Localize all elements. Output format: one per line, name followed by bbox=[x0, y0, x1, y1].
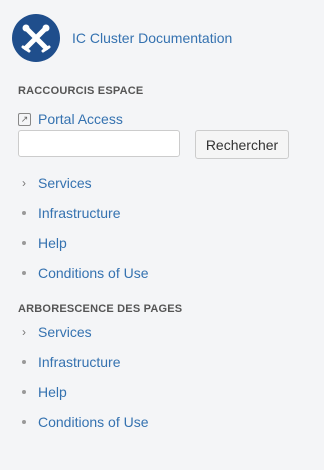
page-tree-item[interactable]: Help bbox=[18, 382, 67, 402]
page-tree-item[interactable]: › Services bbox=[18, 322, 92, 342]
space-title-link[interactable]: IC Cluster Documentation bbox=[72, 30, 232, 46]
bullet-marker bbox=[18, 241, 30, 245]
portal-access-link-row[interactable]: ↗ Portal Access bbox=[18, 111, 123, 127]
bullet-dot-icon bbox=[22, 211, 26, 215]
page-tree-item[interactable]: Infrastructure bbox=[18, 352, 120, 372]
space-logo[interactable] bbox=[12, 14, 60, 62]
bullet-dot-icon bbox=[22, 241, 26, 245]
chevron-right-icon[interactable]: › bbox=[18, 325, 30, 339]
page-tree-item-link[interactable]: Infrastructure bbox=[38, 354, 120, 370]
bullet-marker bbox=[18, 211, 30, 215]
chevron-right-icon[interactable]: › bbox=[18, 176, 30, 190]
shortcut-item[interactable]: Infrastructure bbox=[18, 203, 120, 223]
shortcut-item-link[interactable]: Conditions of Use bbox=[38, 265, 149, 281]
page-tree-heading: ARBORESCENCE DES PAGES bbox=[18, 303, 183, 315]
bullet-marker bbox=[18, 360, 30, 364]
shortcut-item[interactable]: › Services bbox=[18, 173, 92, 193]
shortcuts-heading: RACCOURCIS ESPACE bbox=[18, 85, 144, 97]
page-tree-item-link[interactable]: Help bbox=[38, 384, 67, 400]
shortcut-item[interactable]: Conditions of Use bbox=[18, 263, 149, 283]
search-button[interactable]: Rechercher bbox=[195, 130, 289, 159]
space-header: IC Cluster Documentation bbox=[12, 14, 232, 62]
shortcut-item[interactable]: Help bbox=[18, 233, 67, 253]
bullet-dot-icon bbox=[22, 390, 26, 394]
page-tree-item-link[interactable]: Conditions of Use bbox=[38, 414, 149, 430]
bullet-marker bbox=[18, 420, 30, 424]
bullet-marker bbox=[18, 271, 30, 275]
page-tree-item-link[interactable]: Services bbox=[38, 324, 92, 340]
external-link-icon: ↗ bbox=[18, 112, 31, 126]
bullet-dot-icon bbox=[22, 360, 26, 364]
bullet-marker bbox=[18, 390, 30, 394]
portal-access-link[interactable]: Portal Access bbox=[38, 111, 123, 127]
bullet-dot-icon bbox=[22, 420, 26, 424]
shortcut-item-link[interactable]: Help bbox=[38, 235, 67, 251]
bullet-dot-icon bbox=[22, 271, 26, 275]
cross-tools-icon bbox=[21, 24, 51, 53]
page-tree-item[interactable]: Conditions of Use bbox=[18, 412, 149, 432]
shortcut-item-link[interactable]: Services bbox=[38, 175, 92, 191]
search-input[interactable] bbox=[18, 130, 180, 157]
shortcut-item-link[interactable]: Infrastructure bbox=[38, 205, 120, 221]
